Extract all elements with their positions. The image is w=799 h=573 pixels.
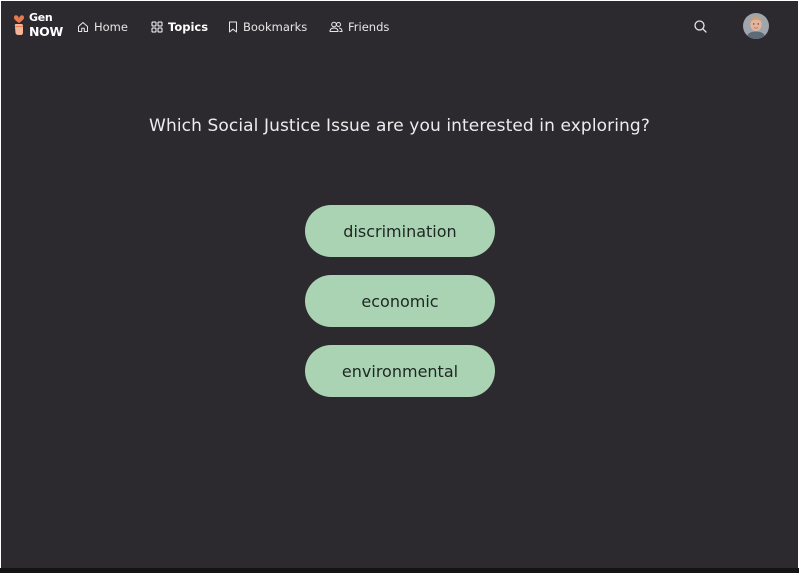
nav-home[interactable]: Home — [77, 18, 128, 36]
user-avatar[interactable] — [743, 13, 769, 39]
logo-text-bottom: NOW — [29, 24, 63, 39]
grid-icon — [151, 21, 163, 33]
nav-topics-label: Topics — [168, 20, 209, 34]
search-icon — [694, 20, 707, 33]
gennow-logo[interactable]: Gen NOW — [12, 10, 63, 42]
nav-bookmarks-label: Bookmarks — [243, 20, 308, 34]
nav-friends-label: Friends — [348, 20, 390, 34]
home-icon — [78, 22, 88, 32]
nav-friends[interactable]: Friends — [329, 18, 389, 36]
option-discrimination[interactable]: discrimination — [305, 205, 495, 257]
option-economic[interactable]: economic — [305, 275, 495, 327]
logo-text-top: Gen — [29, 11, 53, 24]
avatar-photo — [743, 13, 769, 39]
nav-topics[interactable]: Topics — [151, 18, 208, 36]
bottom-edge — [0, 568, 799, 573]
friends-icon — [329, 21, 343, 32]
question-heading: Which Social Justice Issue are you inter… — [149, 116, 650, 136]
bookmark-icon — [229, 21, 237, 33]
nav-home-label: Home — [94, 20, 128, 34]
app-window: Gen NOW Home Topics Bookmarks Friends Wh… — [1, 1, 798, 568]
search-button[interactable] — [693, 19, 708, 34]
nav-bookmarks[interactable]: Bookmarks — [228, 18, 307, 36]
option-environmental[interactable]: environmental — [305, 345, 495, 397]
heart-hand-icon — [13, 15, 25, 35]
